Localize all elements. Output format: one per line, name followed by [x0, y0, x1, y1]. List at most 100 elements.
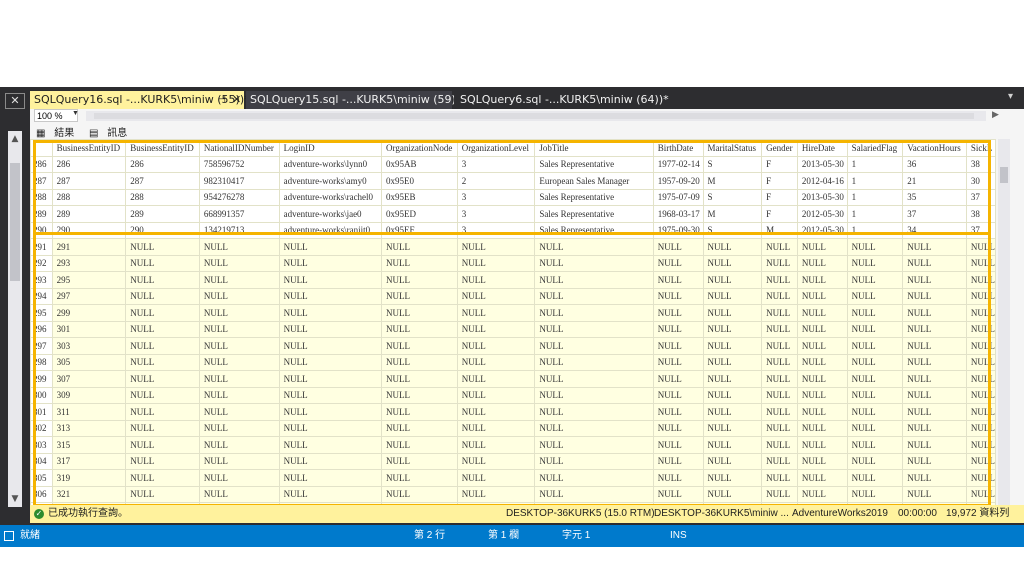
table-cell[interactable]: NULL	[796, 238, 848, 256]
table-cell[interactable]: 134219713	[198, 221, 280, 239]
table-cell[interactable]: NULL	[198, 485, 280, 503]
table-cell[interactable]: S	[702, 155, 763, 173]
table-cell[interactable]: NULL	[456, 320, 536, 338]
table-cell[interactable]: 289	[51, 205, 127, 223]
table-cell[interactable]: 3	[456, 205, 536, 223]
table-cell[interactable]: 0x95ED	[381, 205, 458, 223]
table-cell[interactable]: NULL	[965, 287, 996, 305]
table-cell[interactable]: NULL	[125, 254, 200, 272]
table-cell[interactable]: NULL	[125, 485, 200, 503]
table-cell[interactable]: NULL	[534, 386, 654, 404]
table-cell[interactable]: NULL	[198, 403, 280, 421]
scrollbar-thumb[interactable]	[10, 163, 20, 281]
table-cell[interactable]: NULL	[534, 304, 654, 322]
table-cell[interactable]: NULL	[652, 287, 704, 305]
table-cell[interactable]: 668991357	[198, 205, 280, 223]
table-cell[interactable]: NULL	[702, 452, 763, 470]
table-cell[interactable]: NULL	[702, 337, 763, 355]
tab-sqlquery16[interactable]: SQLQuery16.sql -...KURK5\miniw (55))* ⊣ …	[30, 91, 250, 109]
table-cell[interactable]: 286	[51, 155, 127, 173]
table-cell[interactable]: NULL	[198, 370, 280, 388]
tab-messages[interactable]: ▤ 訊息	[89, 128, 133, 139]
editor-vertical-scrollbar[interactable]: ▲ ▼	[8, 131, 22, 507]
table-cell[interactable]: NULL	[198, 386, 280, 404]
column-header[interactable]: SalariedFlag	[846, 139, 904, 157]
table-cell[interactable]: NULL	[902, 254, 967, 272]
table-cell[interactable]: NULL	[381, 452, 458, 470]
row-number[interactable]: 305	[30, 469, 53, 487]
table-cell[interactable]: F	[761, 172, 798, 190]
table-cell[interactable]: 1957-09-20	[652, 172, 704, 190]
table-cell[interactable]: NULL	[534, 353, 654, 371]
table-cell[interactable]: 289	[125, 205, 200, 223]
column-header[interactable]: Gender	[761, 139, 798, 157]
table-cell[interactable]: NULL	[381, 386, 458, 404]
table-row[interactable]: 298 305 NULL NULL NULL NULL NULL NULL NULL NULL NU…	[30, 353, 996, 371]
table-cell[interactable]: NULL	[846, 452, 904, 470]
table-cell[interactable]: NULL	[534, 320, 654, 338]
table-cell[interactable]: NULL	[652, 469, 704, 487]
table-row[interactable]: 286 286 286 758596752 adventure-works\lynn0 0…	[30, 155, 996, 173]
table-cell[interactable]: 2013-05-30	[796, 155, 848, 173]
table-cell[interactable]: NULL	[456, 403, 536, 421]
table-cell[interactable]: NULL	[534, 370, 654, 388]
table-cell[interactable]: NULL	[902, 485, 967, 503]
table-cell[interactable]: 286	[125, 155, 200, 173]
table-cell[interactable]: M	[761, 221, 798, 239]
table-cell[interactable]: NULL	[125, 238, 200, 256]
table-cell[interactable]: NULL	[702, 436, 763, 454]
table-cell[interactable]: NULL	[125, 403, 200, 421]
table-cell[interactable]: NULL	[652, 320, 704, 338]
table-cell[interactable]: 291	[51, 238, 127, 256]
table-cell[interactable]: 297	[51, 287, 127, 305]
table-cell[interactable]: NULL	[198, 320, 280, 338]
column-header[interactable]: SickL	[965, 139, 996, 157]
table-cell[interactable]: 1	[846, 172, 904, 190]
table-cell[interactable]: NULL	[381, 419, 458, 437]
table-cell[interactable]: NULL	[846, 469, 904, 487]
table-cell[interactable]: NULL	[534, 452, 654, 470]
table-cell[interactable]: NULL	[761, 370, 798, 388]
table-cell[interactable]: 37	[902, 205, 967, 223]
table-cell[interactable]: NULL	[278, 485, 383, 503]
table-cell[interactable]: NULL	[702, 386, 763, 404]
table-cell[interactable]: NULL	[846, 271, 904, 289]
table-cell[interactable]: NULL	[198, 337, 280, 355]
table-cell[interactable]: 2013-05-30	[796, 188, 848, 206]
table-cell[interactable]: NULL	[761, 436, 798, 454]
table-cell[interactable]: NULL	[846, 386, 904, 404]
table-cell[interactable]: NULL	[965, 238, 996, 256]
table-cell[interactable]: NULL	[702, 238, 763, 256]
table-cell[interactable]: NULL	[702, 485, 763, 503]
table-cell[interactable]: NULL	[278, 287, 383, 305]
tab-sqlquery6[interactable]: SQLQuery6.sql -...KURK5\miniw (64))*	[454, 91, 672, 109]
row-number[interactable]: 296	[30, 320, 53, 338]
table-cell[interactable]: 1975-09-30	[652, 221, 704, 239]
table-cell[interactable]: F	[761, 188, 798, 206]
table-cell[interactable]: NULL	[796, 452, 848, 470]
row-number[interactable]: 298	[30, 353, 53, 371]
table-cell[interactable]: 288	[125, 188, 200, 206]
table-cell[interactable]: NULL	[456, 452, 536, 470]
table-cell[interactable]: 313	[51, 419, 127, 437]
table-cell[interactable]: F	[761, 155, 798, 173]
table-cell[interactable]: NULL	[381, 370, 458, 388]
table-cell[interactable]: NULL	[761, 271, 798, 289]
column-header[interactable]: MaritalStatus	[702, 139, 763, 157]
table-cell[interactable]: NULL	[456, 337, 536, 355]
table-cell[interactable]: NULL	[456, 419, 536, 437]
table-cell[interactable]: NULL	[796, 254, 848, 272]
column-header[interactable]: BusinessEntityID	[51, 139, 127, 157]
table-cell[interactable]: NULL	[965, 403, 996, 421]
table-cell[interactable]: NULL	[846, 254, 904, 272]
tab-results[interactable]: ▦ 結果	[36, 128, 80, 139]
table-cell[interactable]: NULL	[652, 254, 704, 272]
table-cell[interactable]: NULL	[198, 353, 280, 371]
row-number[interactable]: 302	[30, 419, 53, 437]
table-cell[interactable]: NULL	[702, 254, 763, 272]
table-row[interactable]: 300 309 NULL NULL NULL NULL NULL NULL NULL NULL NU…	[30, 386, 996, 404]
column-header[interactable]: OrganizationNode	[381, 139, 458, 157]
table-cell[interactable]: 954276278	[198, 188, 280, 206]
table-cell[interactable]: NULL	[965, 353, 996, 371]
table-cell[interactable]: NULL	[381, 436, 458, 454]
